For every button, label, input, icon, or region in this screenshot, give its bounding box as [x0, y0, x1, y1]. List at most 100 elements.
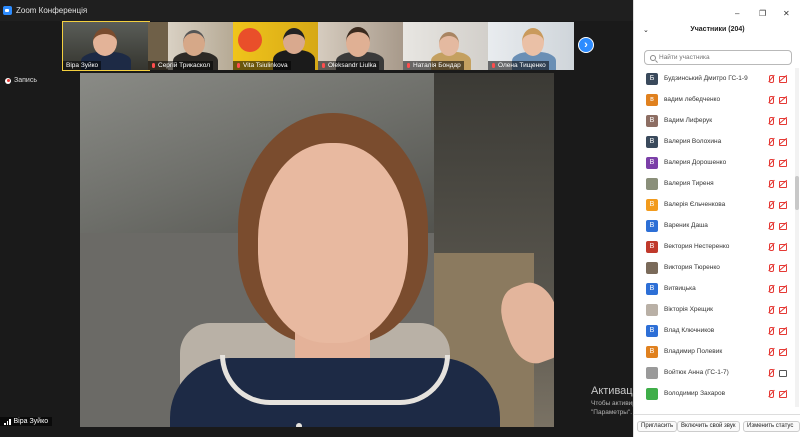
participants-scrollbar[interactable] [795, 68, 799, 407]
participant-name: Вадим Лиферук [664, 117, 713, 124]
mic-muted-icon [767, 326, 775, 335]
tile-name-label: Oleksandr Liulka [318, 61, 380, 70]
participant-row[interactable]: Валерия Тиреня [634, 173, 794, 194]
video-off-icon [779, 348, 787, 356]
participant-avatar: В [646, 198, 658, 211]
participant-search-input[interactable] [659, 54, 784, 61]
participant-avatar [646, 177, 658, 190]
participant-row[interactable]: в вадим лебедченко [634, 89, 794, 110]
record-icon [5, 77, 11, 84]
mic-muted-icon [767, 221, 775, 230]
participant-name: Валерия Дорошенко [664, 159, 727, 166]
participant-row[interactable]: Вікторія Хрещик [634, 299, 794, 320]
participant-row[interactable]: В Валерія Єльченкова [634, 194, 794, 215]
gallery-tile-3[interactable]: Vita Tsiulinkova [233, 22, 319, 70]
participant-row[interactable]: В Вадим Лиферук [634, 110, 794, 131]
participant-name: Вектория Нестеренко [664, 243, 730, 250]
participant-avatar: в [646, 93, 658, 106]
participant-avatar: В [646, 219, 658, 232]
video-face [93, 28, 117, 56]
tile-name-label: Наталія Бондар [403, 61, 464, 70]
participant-name: Вікторія Хрещик [664, 306, 713, 313]
participant-avatar [646, 387, 658, 400]
maximize-icon[interactable]: ❐ [759, 9, 766, 18]
participants-header: ⌄ Участники (204) [643, 26, 745, 34]
participant-avatar: В [646, 135, 658, 148]
mic-muted-icon [767, 347, 775, 356]
mic-muted-icon [767, 305, 775, 314]
participant-row[interactable]: В Валерия Волохина [634, 131, 794, 152]
video-camera-icon [779, 369, 787, 377]
video-face [522, 28, 544, 56]
invite-button[interactable]: Пригласить [637, 421, 678, 432]
tile-name-label: Сергій Трикаскол [148, 61, 214, 70]
signal-strength-icon [4, 418, 11, 425]
mic-muted-icon [767, 95, 775, 104]
participant-row[interactable]: Виктория Тюренко [634, 257, 794, 278]
participant-row[interactable]: Б Будзинський Дмитро ГС-1-9 [634, 68, 794, 89]
participant-name: Владимир Полевик [664, 348, 723, 355]
mic-muted-icon [767, 242, 775, 251]
chevron-down-icon[interactable]: ⌄ [643, 26, 649, 34]
participant-row[interactable]: В Вареник Даша [634, 215, 794, 236]
gallery-tile-1[interactable]: Віра Зуйко [62, 21, 150, 71]
video-off-icon [779, 96, 787, 104]
participant-avatar: В [646, 324, 658, 337]
mic-muted-icon [767, 116, 775, 125]
tile-name-label: Віра Зуйко [63, 61, 102, 70]
tile-name-label: Vita Tsiulinkova [233, 61, 291, 70]
mic-muted-icon [767, 368, 775, 377]
participant-row[interactable]: В Влад Ключников [634, 320, 794, 341]
tile-name-label: Олена Тищенко [488, 61, 549, 70]
participant-avatar [646, 366, 658, 379]
search-icon [650, 54, 656, 61]
recording-indicator[interactable]: Запись [5, 77, 37, 84]
participant-avatar: В [646, 156, 658, 169]
participant-name: Войтюк Анна (ГС-1-7) [664, 369, 729, 376]
minimize-icon[interactable]: – [735, 9, 739, 18]
mic-muted-icon [767, 263, 775, 272]
video-off-icon [779, 243, 787, 251]
gallery-tile-4[interactable]: Oleksandr Liulka [318, 22, 404, 70]
gallery-tile-2[interactable]: Сергій Трикаскол [148, 22, 234, 70]
video-face [346, 27, 370, 57]
active-speaker-video [80, 73, 554, 427]
participant-row[interactable]: В Владимир Полевик [634, 341, 794, 362]
gallery-next-button[interactable]: › [578, 37, 594, 53]
scrollbar-thumb[interactable] [795, 176, 799, 210]
video-face [258, 143, 408, 343]
participant-row[interactable]: В Витвицька [634, 278, 794, 299]
recording-label: Запись [14, 77, 37, 84]
unmute-me-button[interactable]: Включить свой звук [677, 421, 740, 432]
mic-muted-icon [767, 179, 775, 188]
video-off-icon [779, 264, 787, 272]
mic-muted-icon [767, 158, 775, 167]
participant-row[interactable]: Володимир Захаров [634, 383, 794, 404]
active-speaker-name-label: Віра Зуйко [0, 417, 53, 426]
mic-muted-icon [767, 137, 775, 146]
participant-name: Влад Ключников [664, 327, 715, 334]
video-off-icon [779, 222, 787, 230]
zoom-window: Zoom Конференція Віра Зуйко Сергій Трика… [0, 0, 800, 437]
participant-avatar [646, 303, 658, 316]
participant-name: Вареник Даша [664, 222, 708, 229]
video-face [283, 28, 305, 54]
participant-name: вадим лебедченко [664, 96, 721, 103]
change-status-button[interactable]: Изменить статус [743, 421, 800, 432]
zoom-logo-icon [3, 6, 12, 15]
mic-muted-icon [767, 284, 775, 293]
mic-muted-icon [236, 62, 241, 69]
mic-muted-icon [491, 62, 496, 69]
participants-panel: – ❐ ✕ ⌄ Участники (204) Б Будзинський Дми… [633, 0, 800, 437]
participant-row[interactable]: В Валерия Дорошенко [634, 152, 794, 173]
gallery-tile-6[interactable]: Олена Тищенко [488, 22, 574, 70]
participant-row[interactable]: Войтюк Анна (ГС-1-7) [634, 362, 794, 383]
mic-muted-icon [767, 200, 775, 209]
mic-muted-icon [767, 389, 775, 398]
participant-row[interactable]: В Вектория Нестеренко [634, 236, 794, 257]
mic-muted-icon [151, 62, 156, 69]
participant-avatar: В [646, 240, 658, 253]
gallery-tile-5[interactable]: Наталія Бондар [403, 22, 489, 70]
video-off-icon [779, 75, 787, 83]
close-icon[interactable]: ✕ [783, 9, 790, 18]
